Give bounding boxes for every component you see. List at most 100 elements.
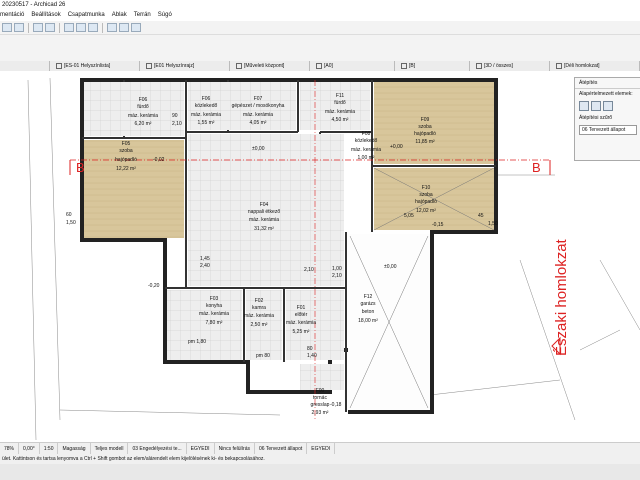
room-fill-bathroom[interactable] [84,82,184,136]
tab-b[interactable]: [B] [395,61,470,71]
svg-text:4,50 m²: 4,50 m² [332,117,349,123]
svg-text:szoba: szoba [418,124,432,130]
svg-text:18,00 m²: 18,00 m² [358,318,378,324]
svg-text:F10: F10 [422,185,431,191]
palette-title: Átépítés [575,78,640,89]
redo-icon[interactable] [45,23,55,32]
svg-text:szoba: szoba [119,148,133,154]
svg-text:5,25 m²: 5,25 m² [293,329,310,335]
renovation-palette: Átépítés Alapértelmezett elemek: Átépíté… [574,77,640,161]
svg-text:6,20 m²: 6,20 m² [135,121,152,127]
facade-marker[interactable]: Északi homlokzat [553,238,570,356]
layer-icon[interactable] [107,23,117,32]
tab-south-facade[interactable]: [Déli homlokzat] [550,61,640,71]
menu-item-documentation[interactable]: mentáció [0,10,24,21]
tab-site-list[interactable]: [ES-01 Helyszínlista] [50,61,140,71]
svg-text:1,45: 1,45 [200,256,210,262]
3d-view-icon [476,62,482,69]
svg-text:1,40: 1,40 [307,353,317,359]
tab-a0[interactable]: [A0] [310,61,395,71]
svg-text:nappali étkező: nappali étkező [248,209,280,215]
undo-icon[interactable] [33,23,43,32]
grid-icon[interactable] [64,23,74,32]
menu-item-teamwork[interactable]: Csapatmunka [68,10,105,21]
svg-text:1,50: 1,50 [66,220,76,226]
new-status-icon[interactable] [603,101,613,111]
menu-item-settings[interactable]: Beállítások [31,10,60,21]
renovation-filter-select[interactable]: 06 Tervezett állapot [579,125,637,135]
svg-text:hajópadló: hajópadló [115,157,137,163]
section-marker-right: B [532,160,541,175]
svg-text:máz. kerámia: máz. kerámia [199,311,229,317]
svg-text:90: 90 [172,113,178,119]
svg-text:F07: F07 [254,96,263,102]
tab-3d[interactable]: [3D / összes] [470,61,550,71]
menu-item-window[interactable]: Ablak [112,10,127,21]
existing-status-icon[interactable] [579,101,589,111]
demolish-status-icon[interactable] [591,101,601,111]
snap-icon[interactable] [76,23,86,32]
svg-text:F08: F08 [362,131,371,137]
svg-text:közlekedő: közlekedő [355,138,378,144]
floor-plan-canvas[interactable]: B B Északi homlokzat F06 fürdő máz. kerá… [0,71,640,442]
toolbar-separator [102,22,103,33]
plan-icon [146,62,152,69]
svg-text:máz. kerámia: máz. kerámia [286,320,316,326]
svg-text:7,80 m²: 7,80 m² [206,320,223,326]
svg-text:tornác: tornác [313,395,327,401]
svg-text:F09: F09 [421,117,430,123]
svg-text:máz. kerámia: máz. kerámia [128,113,158,119]
section-icon [401,62,407,69]
tab-blank[interactable] [0,61,50,71]
svg-text:F11: F11 [336,93,344,99]
svg-text:máz. kerámia: máz. kerámia [244,313,274,319]
svg-text:4,05 m²: 4,05 m² [250,120,267,126]
elevation-icon [556,62,562,69]
svg-text:2,10: 2,10 [332,273,342,279]
room-fill-porch[interactable] [300,364,344,390]
3d-icon[interactable] [131,23,141,32]
svg-text:szoba: szoba [419,192,433,198]
svg-text:2,93 m²: 2,93 m² [312,410,329,416]
room-fill-kitchen[interactable] [167,290,242,360]
svg-text:fürdő: fürdő [334,100,346,106]
svg-text:pm 1,80: pm 1,80 [188,339,206,345]
select-tool-icon[interactable] [2,23,12,32]
window-title: 20230517 - Archicad 26 [0,0,640,10]
menu-item-terrain[interactable]: Terrán [134,10,151,21]
menu-item-help[interactable]: Súgó [158,10,172,21]
svg-text:F00: F00 [316,388,325,394]
svg-text:-0,02: -0,02 [153,157,165,163]
room-fill-bedroom-f05[interactable] [84,140,184,238]
svg-text:31,32 m²: 31,32 m² [254,226,274,232]
tab-site-plan[interactable]: [E01 Helyszínrajz] [140,61,230,71]
status-hint: ület. Kattintson és tartsa lenyomva a Ct… [0,454,640,464]
svg-text:11,85 m²: 11,85 m² [415,139,435,145]
layout-icon [236,62,242,69]
svg-text:-0,15: -0,15 [432,222,444,228]
svg-text:45: 45 [478,213,484,219]
svg-text:beton: beton [362,309,375,315]
svg-text:F04: F04 [260,202,269,208]
svg-text:1,50: 1,50 [488,221,498,227]
layout-icon [316,62,322,69]
guide-icon[interactable] [88,23,98,32]
svg-text:+0,00: +0,00 [390,144,403,150]
standard-toolbar [0,21,640,35]
svg-text:F05: F05 [122,141,131,147]
svg-text:garázs: garázs [360,301,376,307]
svg-text:-0,20: -0,20 [148,283,160,289]
svg-text:kamra: kamra [252,305,266,311]
svg-text:2,10: 2,10 [172,121,182,127]
tab-operations[interactable]: [Műveleti központ] [230,61,310,71]
svg-text:60: 60 [66,212,72,218]
svg-text:gresslap: gresslap [311,402,330,408]
info-box [0,35,640,62]
marquee-tool-icon[interactable] [14,23,24,32]
svg-text:F02: F02 [255,298,264,304]
room-fill-bedroom-f09[interactable] [374,82,494,164]
svg-text:F03: F03 [210,296,219,302]
section-marker-left: B [76,160,85,175]
view-icon[interactable] [119,23,129,32]
svg-text:1,55 m²: 1,55 m² [198,120,215,126]
